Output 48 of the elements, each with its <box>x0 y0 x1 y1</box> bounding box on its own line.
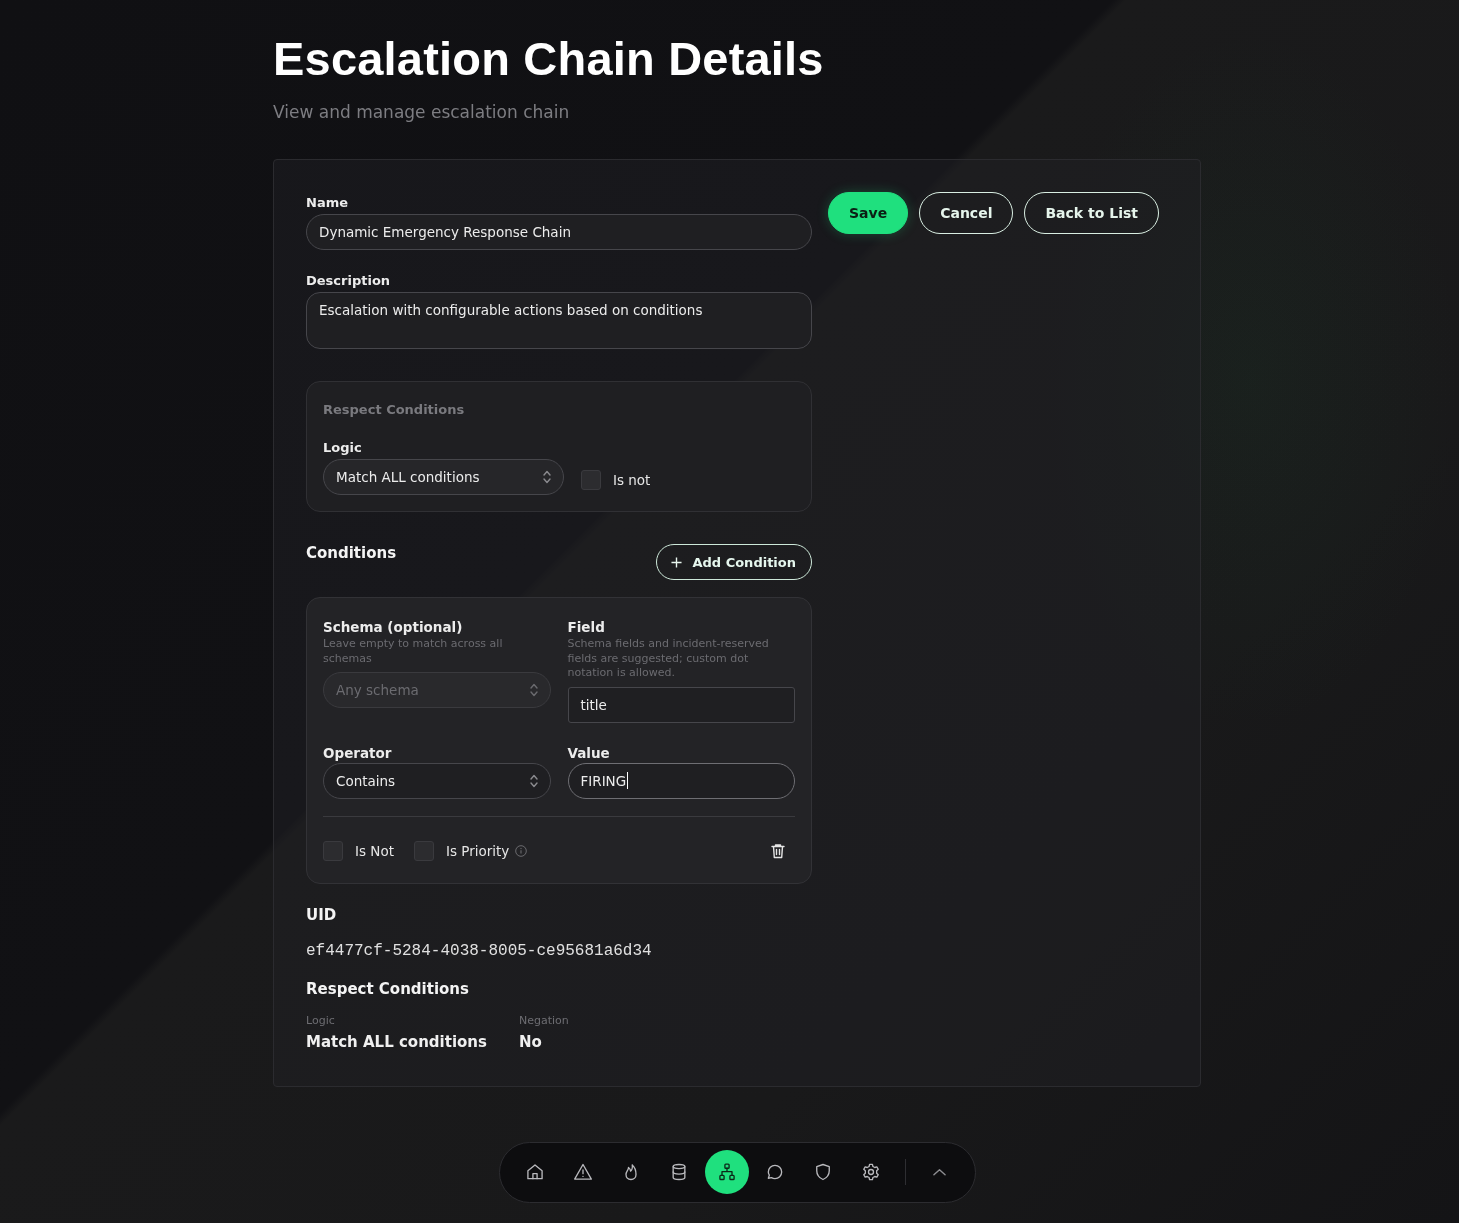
name-field[interactable]: Dynamic Emergency Response Chain <box>306 214 812 250</box>
checkbox[interactable] <box>323 840 343 861</box>
panel-title: Respect Conditions <box>323 401 465 418</box>
field-label: Logic <box>323 439 362 456</box>
field-label: Description <box>306 272 391 289</box>
chevron-up-icon <box>933 1168 946 1176</box>
warning-icon <box>572 1162 593 1182</box>
logic-select[interactable]: Match ALL conditions <box>323 459 564 495</box>
checkbox-label[interactable]: Is Priority <box>445 842 510 859</box>
field-label: Operator <box>323 744 392 762</box>
checkbox[interactable] <box>413 840 434 861</box>
home-icon <box>524 1162 545 1182</box>
text-cursor-icon <box>627 772 629 789</box>
field-label: Field <box>567 619 605 636</box>
summary-label: Logic <box>306 1013 335 1027</box>
field-hint: Schema fields and incident-reserved fields are suggested; custom dot notation is allowed. <box>567 637 770 681</box>
checkbox[interactable] <box>581 470 601 490</box>
page-title: Escalation Chain Details <box>273 31 825 87</box>
page-subtitle: View and manage escalation chain <box>273 101 571 123</box>
value-field[interactable]: FIRING <box>567 762 795 799</box>
uid-value: ef4477cf-5284-4038-8005-ce95681a6d34 <box>306 941 652 960</box>
field-input[interactable]: title <box>567 686 795 723</box>
checkbox-label[interactable]: Is Not <box>355 842 394 859</box>
field-label: Schema (optional) <box>323 619 463 636</box>
section-title: Respect Conditions <box>306 979 469 998</box>
hierarchy-icon <box>716 1162 737 1182</box>
chevron-updown-icon <box>543 470 551 484</box>
dock-button[interactable] <box>704 1150 749 1194</box>
placeholder-text: Any schema <box>336 682 419 698</box>
uid-label: UID <box>306 905 337 924</box>
summary-label: Negation <box>518 1013 569 1027</box>
settings-icon <box>860 1162 881 1182</box>
delete-button[interactable] <box>770 842 786 859</box>
field-hint: Leave empty to match across all schemas <box>323 637 504 666</box>
plus-icon <box>671 556 683 568</box>
section-title: Conditions <box>306 544 397 562</box>
field-label: Name <box>306 194 348 211</box>
info-icon[interactable] <box>515 844 528 857</box>
summary-value: No <box>518 1032 542 1051</box>
summary-value: Match ALL conditions <box>306 1032 487 1051</box>
chevron-updown-icon <box>529 773 538 788</box>
operator-select[interactable]: Contains <box>323 762 551 799</box>
checkbox-label[interactable]: Is not <box>613 472 651 488</box>
save-button[interactable]: Save <box>828 192 909 234</box>
chevron-updown-icon <box>529 683 538 697</box>
trash-icon <box>770 842 786 859</box>
field-label: Value <box>567 744 610 762</box>
description-field[interactable]: Escalation with configurable actions based on conditions <box>306 292 812 349</box>
